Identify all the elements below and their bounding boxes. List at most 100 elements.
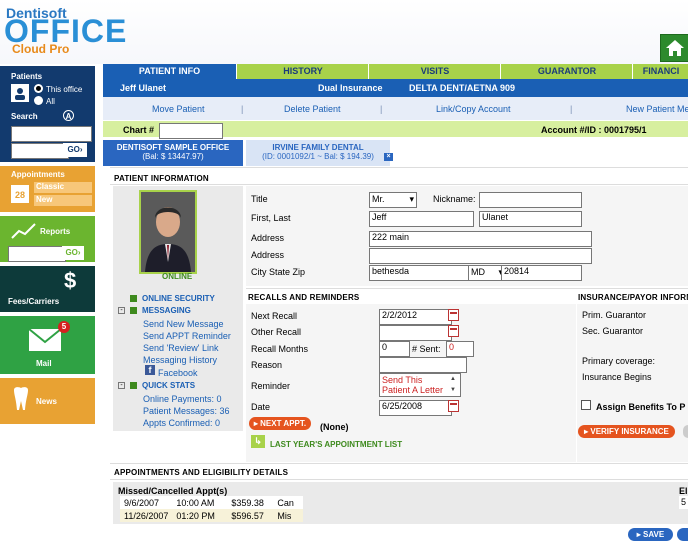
reminder-textarea[interactable]: Send This Patient A Letter xyxy=(379,373,461,397)
tab-guarantor[interactable]: GUARANTOR xyxy=(500,64,633,79)
patient-info-bar: Jeff Ulanet Dual Insurance DELTA DENT/AE… xyxy=(103,79,688,97)
appts-confirmed-stat[interactable]: Appts Confirmed: 0 xyxy=(143,418,220,428)
other-recall-label: Other Recall xyxy=(251,327,302,337)
nickname-input[interactable] xyxy=(479,192,582,208)
mail-icon xyxy=(28,328,62,351)
return-arrow-icon: ↳ xyxy=(251,435,265,448)
table-row[interactable]: 9/6/2007 10:00 AM $359.38 Can xyxy=(120,496,304,509)
nickname-label: Nickname: xyxy=(433,194,476,204)
separator: | xyxy=(570,104,573,114)
assign-benefits-checkbox[interactable] xyxy=(581,400,591,410)
missed-appts-table: 9/6/2007 10:00 AM $359.38 Can 11/26/2007… xyxy=(120,496,304,522)
sidebar-fees-carriers[interactable]: $ Fees/Carriers xyxy=(0,266,95,312)
extra-button[interactable] xyxy=(683,425,688,438)
appt-classic-link[interactable]: Classic xyxy=(34,182,92,193)
insurance-carrier: DELTA DENT/AETNA 909 xyxy=(409,83,516,93)
tooth-icon xyxy=(14,387,28,410)
online-payments-stat[interactable]: Online Payments: 0 xyxy=(143,394,222,404)
sidebar-reports[interactable]: Reports frequent ▾ GO› xyxy=(0,216,95,262)
close-icon[interactable]: × xyxy=(384,153,393,161)
reports-select[interactable]: frequent ▾ xyxy=(8,246,66,262)
send-appt-reminder-link[interactable]: Send APPT Reminder xyxy=(143,331,231,341)
zip-input[interactable]: 20814 xyxy=(501,265,582,281)
recalls-heading: RECALLS AND REMINDERS xyxy=(248,293,360,302)
first-name-input[interactable]: Jeff xyxy=(369,211,474,227)
link-copy-account-link[interactable]: Link/Copy Account xyxy=(436,104,511,114)
sidebar-news[interactable]: News xyxy=(0,378,95,424)
chevron-down-icon: ▾ xyxy=(409,194,414,204)
search-input[interactable] xyxy=(11,143,69,159)
appt-date: 11/26/2007 xyxy=(124,510,169,521)
send-review-link[interactable]: Send 'Review' Link xyxy=(143,343,218,353)
this-office-radio[interactable] xyxy=(34,84,43,93)
appt-new-link[interactable]: New xyxy=(34,195,92,206)
appt-amount: $596.57 xyxy=(231,510,264,521)
office-tab-irvine[interactable]: IRVINE FAMILY DENTAL (ID: 0001092/1 ~ Ba… xyxy=(246,140,390,166)
facebook-icon: f xyxy=(145,365,155,375)
last-name-input[interactable]: Ulanet xyxy=(479,211,582,227)
collapse-icon[interactable]: - xyxy=(118,307,125,314)
sidebar-appointments[interactable]: Appointments 28 Classic New xyxy=(0,166,95,212)
tab-history[interactable]: HISTORY xyxy=(236,64,369,79)
sent-count-input[interactable]: 0 xyxy=(446,341,474,357)
calendar-icon[interactable] xyxy=(448,309,459,321)
all-label: All xyxy=(46,97,55,106)
messaging-icon xyxy=(130,307,137,314)
verify-insurance-button[interactable]: ▸ VERIFY INSURANCE xyxy=(578,425,675,438)
dual-insurance-label: Dual Insurance xyxy=(318,83,383,93)
reports-go-button[interactable]: GO› xyxy=(62,246,84,260)
chart-number-input[interactable] xyxy=(159,123,223,139)
divider xyxy=(110,463,688,464)
recall-months-input[interactable]: 0 xyxy=(379,341,410,357)
last-year-appointments-link[interactable]: LAST YEAR'S APPOINTMENT LIST xyxy=(270,440,402,449)
quick-stats-heading[interactable]: QUICK STATS xyxy=(142,381,195,390)
messaging-history-link[interactable]: Messaging History xyxy=(143,355,217,365)
next-recall-input[interactable]: 2/2/2012 xyxy=(379,309,452,325)
address1-input[interactable]: 222 main xyxy=(369,231,592,247)
table-row[interactable]: 11/26/2007 01:20 PM $596.57 Mis xyxy=(120,509,304,522)
sec-guarantor-label: Sec. Guarantor xyxy=(582,326,644,336)
calendar-icon[interactable] xyxy=(448,325,459,337)
next-appt-button[interactable]: ▸ NEXT APPT. xyxy=(249,417,311,430)
next-appt-value: (None) xyxy=(320,422,349,432)
move-patient-link[interactable]: Move Patient xyxy=(152,104,205,114)
reason-input[interactable] xyxy=(379,357,467,373)
stats-icon xyxy=(130,382,137,389)
patient-messages-stat[interactable]: Patient Messages: 36 xyxy=(143,406,230,416)
online-security-link[interactable]: ONLINE SECURITY xyxy=(142,294,215,303)
tab-financial[interactable]: FINANCI xyxy=(632,64,688,79)
expand-icon[interactable] xyxy=(130,295,137,302)
messaging-heading[interactable]: MESSAGING xyxy=(142,306,191,315)
city-input[interactable]: bethesda xyxy=(369,265,474,281)
title-select[interactable]: Mr. ▾ xyxy=(369,192,417,208)
textarea-scroll-icon[interactable]: ▲ ▼ xyxy=(450,374,456,396)
facebook-link[interactable]: Facebook xyxy=(158,368,198,378)
delete-patient-link[interactable]: Delete Patient xyxy=(284,104,341,114)
address2-input[interactable] xyxy=(369,248,592,264)
office-tab-sample[interactable]: DENTISOFT SAMPLE OFFICE (Bal: $ 13447.97… xyxy=(103,140,243,166)
home-button[interactable] xyxy=(660,34,688,62)
office-balance: (ID: 0001092/1 ~ Bal: $ 194.39) xyxy=(262,152,374,161)
new-patient-link[interactable]: New Patient Mer xyxy=(626,104,688,114)
eligibility-value: 5 xyxy=(679,496,688,509)
patient-photo[interactable] xyxy=(139,190,197,274)
next-button[interactable] xyxy=(677,528,688,541)
title-select-value: Mr. xyxy=(372,194,385,204)
other-recall-input[interactable] xyxy=(379,325,452,341)
search-go-button[interactable]: GO› xyxy=(63,143,87,157)
mail-label: Mail xyxy=(36,359,52,368)
logo-sub-text: Cloud Pro xyxy=(12,42,70,56)
save-button[interactable]: ▸ SAVE xyxy=(628,528,673,541)
tab-visits[interactable]: VISITS xyxy=(368,64,501,79)
tab-patient-info[interactable]: PATIENT INFO xyxy=(103,64,236,79)
state-select-value: MD xyxy=(471,267,485,277)
reminder-label: Reminder xyxy=(251,381,291,391)
sidebar-mail[interactable]: 5 Mail xyxy=(0,316,95,374)
search-field-select[interactable]: Last Name ▾ xyxy=(11,126,92,142)
reminder-date-input[interactable]: 6/25/2008 xyxy=(379,400,452,416)
collapse-icon[interactable]: - xyxy=(118,382,125,389)
all-radio[interactable] xyxy=(34,96,43,105)
advanced-search-icon[interactable]: A xyxy=(63,110,74,121)
send-new-message-link[interactable]: Send New Message xyxy=(143,319,224,329)
calendar-icon[interactable] xyxy=(448,400,459,412)
